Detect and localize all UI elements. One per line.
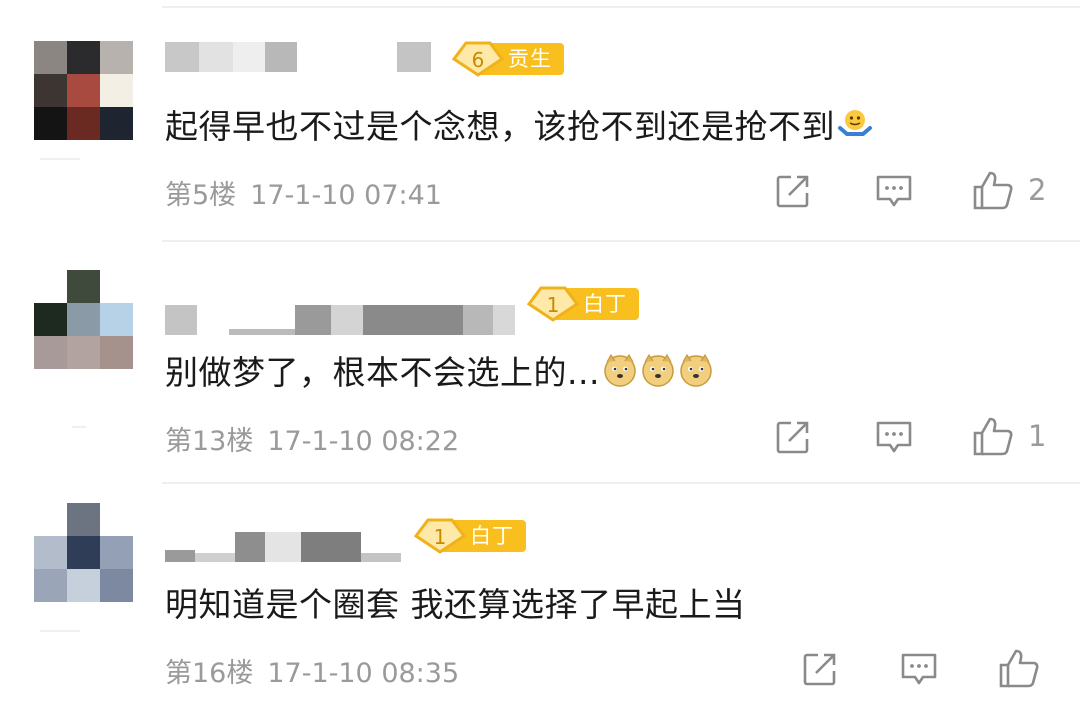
svg-text:6: 6 [472, 48, 485, 72]
doge-emoji-icon [642, 353, 674, 387]
avatar[interactable] [34, 270, 133, 369]
avatar-shadow [72, 426, 86, 428]
comment-meta: 第13楼 17-1-10 08:22 [165, 419, 459, 458]
avatar[interactable] [34, 41, 133, 140]
diamond-icon: 1 [527, 286, 579, 322]
repost-icon [776, 421, 809, 454]
username-blurred[interactable] [165, 303, 515, 337]
repost-icon [776, 175, 809, 208]
reply-button[interactable] [875, 169, 913, 213]
svg-text:1: 1 [434, 525, 447, 549]
thumbs-up-icon [973, 171, 1013, 210]
comment-item: 1 白丁 明知道是个圈套 我还算选择了早起上当 第16楼 17-1-10 08:3… [0, 484, 1080, 707]
comment-text: 起得早也不过是个念想，该抢不到还是抢不到 [165, 100, 873, 148]
repost-button[interactable] [775, 169, 811, 213]
comment-icon [876, 421, 912, 453]
doge-emoji-icon [680, 353, 712, 387]
floor-label: 第13楼 [165, 426, 254, 457]
comment-item: 1 白丁 别做梦了，根本不会选上的... 第13楼 17-1-10 08:22 … [0, 242, 1080, 480]
comment-icon [876, 175, 912, 207]
avatar-shadow [40, 158, 80, 160]
comment-text: 别做梦了，根本不会选上的... [165, 346, 714, 394]
reply-button[interactable] [875, 415, 913, 459]
avatar-shadow [40, 630, 80, 632]
like-count: 1 [1028, 419, 1047, 453]
floor-label: 第5楼 [165, 180, 237, 211]
user-badge: 1 白丁 [414, 518, 526, 554]
user-badge: 1 白丁 [527, 286, 639, 322]
comment-text-content: 明知道是个圈套 我还算选择了早起上当 [165, 585, 746, 624]
comment-icon [901, 653, 937, 685]
user-badge: 6 贡生 [452, 41, 564, 77]
like-button[interactable]: 2 [972, 168, 1046, 212]
username-blurred[interactable] [165, 530, 401, 564]
comment-meta: 第16楼 17-1-10 08:35 [165, 651, 459, 690]
thumbs-up-icon [999, 649, 1039, 688]
repost-icon [803, 653, 836, 686]
comment-text-content: 别做梦了，根本不会选上的... [165, 353, 600, 392]
diamond-icon: 6 [452, 41, 504, 77]
svg-text:1: 1 [547, 293, 560, 317]
thumbs-up-icon [973, 417, 1013, 456]
timestamp: 17-1-10 08:35 [267, 658, 460, 689]
timestamp: 17-1-10 07:41 [250, 180, 442, 211]
comment-meta: 第5楼 17-1-10 07:41 [165, 173, 442, 212]
comment-text: 明知道是个圈套 我还算选择了早起上当 [165, 578, 746, 626]
diamond-icon: 1 [414, 518, 466, 554]
like-count: 2 [1028, 173, 1047, 207]
comment-text-content: 起得早也不过是个念想，该抢不到还是抢不到 [165, 107, 835, 146]
shrug-emoji-icon [838, 110, 872, 136]
like-button[interactable]: 1 [972, 414, 1046, 458]
repost-button[interactable] [802, 647, 838, 691]
timestamp: 17-1-10 08:22 [267, 426, 460, 457]
repost-button[interactable] [775, 415, 811, 459]
like-button[interactable] [998, 646, 1040, 690]
reply-button[interactable] [900, 647, 938, 691]
floor-label: 第16楼 [165, 658, 254, 689]
username-blurred[interactable] [165, 40, 431, 74]
doge-emoji-icon [604, 353, 636, 387]
avatar[interactable] [34, 503, 133, 602]
comment-item: 6 贡生 起得早也不过是个念想，该抢不到还是抢不到 第5楼 17-1-10 07:… [0, 0, 1080, 240]
